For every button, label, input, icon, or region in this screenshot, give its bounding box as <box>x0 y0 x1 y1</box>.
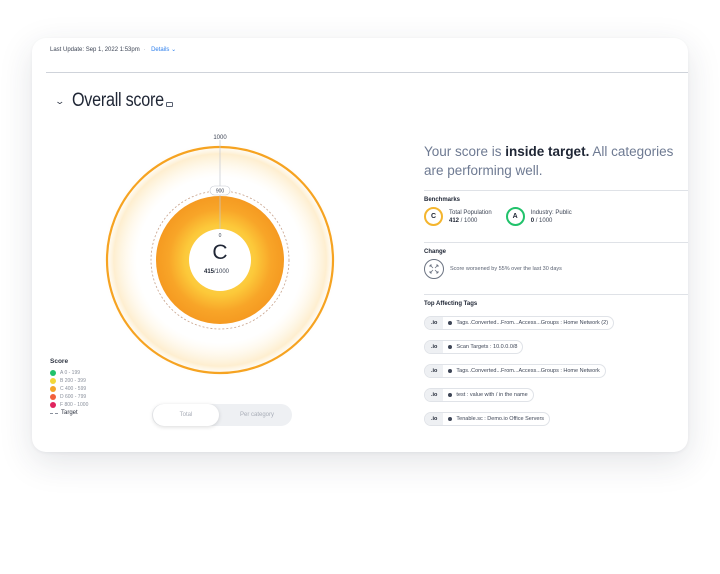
last-update-text: Last Update: Sep 1, 2022 1:53pm <box>50 47 140 53</box>
zero-label: 0 <box>219 233 222 239</box>
tags-section: Top Affecting Tags .io Tags..Converted...… <box>424 294 688 431</box>
score-gauge: 1000 900 0 C 415 /1000 <box>102 135 338 378</box>
tag-text: Tags..Converted...From...Access...Groups… <box>456 320 609 326</box>
tag-chip[interactable]: .io Scan Targets : 10.0.0.0/8 <box>424 340 524 354</box>
change-text: Score worsened by 55% over the last 30 d… <box>450 266 562 272</box>
separator: · <box>143 47 146 53</box>
legend-item: B 200 - 399 <box>50 377 88 385</box>
benchmark-score-line: 0 / 1000 <box>531 217 572 225</box>
expand-arrows-icon <box>424 259 444 279</box>
tag-chip[interactable]: .io Tags..Converted...From...Access...Gro… <box>424 316 615 330</box>
tag-text: Tenable.sc : Demo.io Office Servers <box>456 416 545 422</box>
toggle-per-category[interactable]: Per category <box>224 404 290 426</box>
benchmark-score: 412 <box>449 217 460 224</box>
benchmark-text: Total Population 412 / 1000 <box>449 209 492 225</box>
tag-dot-icon <box>448 393 453 397</box>
summary-panel: Your score is inside target. All categor… <box>424 142 688 431</box>
benchmarks-title: Benchmarks <box>424 197 461 203</box>
tag-dot-icon <box>448 345 453 349</box>
benchmark-item: A Industry: Public 0 / 1000 <box>505 207 572 226</box>
legend-item: D 600 - 799 <box>50 393 88 401</box>
tag-chip[interactable]: .io Tenable.sc : Demo.io Office Servers <box>424 412 551 426</box>
tag-dot-icon <box>448 417 453 421</box>
change-section: Change Score worsened by 55% over the la… <box>424 242 688 294</box>
score-card: Last Update: Sep 1, 2022 1:53pm · Detail… <box>32 38 688 452</box>
grade-f-dot <box>50 402 56 408</box>
legend-label: D 600 - 799 <box>60 394 87 400</box>
benchmark-item: C Total Population 412 / 1000 <box>424 207 492 226</box>
benchmark-max: / 1000 <box>459 217 478 224</box>
score-suffix: /1000 <box>214 269 230 275</box>
view-toggle: Total Per category <box>152 404 292 426</box>
grade-badge: A <box>505 207 525 226</box>
tag-dot-icon <box>448 321 453 325</box>
target-dash-icon <box>50 412 58 414</box>
tag-dot-icon <box>448 369 453 373</box>
grade-badge: C <box>424 207 443 226</box>
tag-prefix: .io <box>425 341 444 353</box>
benchmark-score-line: 412 / 1000 <box>449 217 492 225</box>
legend-target-label: Target <box>61 410 78 416</box>
window-icon[interactable] <box>165 101 173 107</box>
tag-chip[interactable]: .io test : value with / in the name <box>424 388 534 402</box>
benchmarks-row: C Total Population 412 / 1000 A Industry… <box>424 207 688 226</box>
tag-prefix: .io <box>425 365 444 377</box>
change-title: Change <box>424 249 447 255</box>
tag-prefix: .io <box>425 413 444 425</box>
tag-text: Scan Targets : 10.0.0.0/8 <box>456 344 518 350</box>
grade-letter: C <box>212 241 227 264</box>
page-title: Overall score <box>71 90 164 111</box>
tag-prefix: .io <box>425 317 444 329</box>
legend-label: B 200 - 399 <box>60 378 86 384</box>
details-link[interactable]: Details ⌄ <box>151 47 176 53</box>
legend-item: A 0 - 199 <box>50 369 88 377</box>
tags-title: Top Affecting Tags <box>424 301 478 307</box>
score-legend: Score A 0 - 199 B 200 - 399 C 400 - 599 … <box>50 358 88 417</box>
summary-emphasis: inside target. <box>505 144 590 159</box>
benchmark-text: Industry: Public 0 / 1000 <box>531 209 572 225</box>
max-label: 1000 <box>213 135 227 141</box>
legend-title: Score <box>50 358 69 365</box>
legend-label: C 400 - 599 <box>60 386 87 392</box>
tags-list: .io Tags..Converted...From...Access...Gro… <box>424 311 688 431</box>
grade-d-dot <box>50 394 56 400</box>
legend-label: F 800 - 1000 <box>60 402 89 408</box>
score-summary: Your score is inside target. All categor… <box>424 142 688 190</box>
tag-prefix: .io <box>425 389 444 401</box>
tag-text: test : value with / in the name <box>456 392 528 398</box>
change-row: Score worsened by 55% over the last 30 d… <box>424 259 688 279</box>
benchmark-label: Total Population <box>449 209 492 216</box>
target-label: 900 <box>216 189 225 195</box>
benchmark-max: / 1000 <box>534 217 553 224</box>
header-divider <box>46 72 688 73</box>
last-update-bar: Last Update: Sep 1, 2022 1:53pm · Detail… <box>50 46 176 53</box>
legend-label: A 0 - 199 <box>60 370 81 376</box>
summary-prefix: Your score is <box>424 144 506 159</box>
benchmark-label: Industry: Public <box>530 209 572 216</box>
grade-c-dot <box>50 386 56 392</box>
tag-chip[interactable]: .io Tags..Converted...From...Access...Gro… <box>424 364 606 378</box>
grade-b-dot <box>50 378 56 384</box>
chevron-down-icon[interactable]: ⌄ <box>54 96 65 107</box>
legend-item-target: Target <box>50 409 88 417</box>
grade-a-dot <box>50 370 56 376</box>
legend-item: C 400 - 599 <box>50 385 88 393</box>
benchmarks-section: Benchmarks C Total Population 412 / 1000… <box>424 190 688 242</box>
tag-text: Tags..Converted...From...Access...Groups… <box>456 368 600 374</box>
legend-item: F 800 - 1000 <box>50 401 88 409</box>
toggle-total[interactable]: Total <box>153 404 219 426</box>
title-row: ⌄ Overall score <box>54 90 173 112</box>
